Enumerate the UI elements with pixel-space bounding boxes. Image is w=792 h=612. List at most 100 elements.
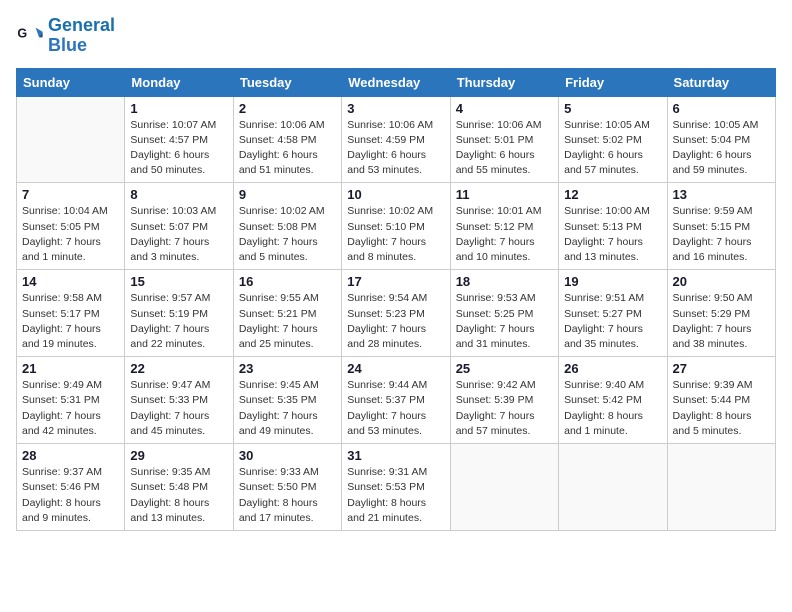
day-number: 21 [22, 361, 119, 376]
day-number: 17 [347, 274, 444, 289]
calendar-cell: 19Sunrise: 9:51 AM Sunset: 5:27 PM Dayli… [559, 270, 667, 357]
calendar-cell: 17 Sunrise: 9:54 AM Sunset: 5:23 PM Dayli… [342, 270, 450, 357]
day-number: 20 [673, 274, 770, 289]
day-header-friday: Friday [559, 68, 667, 96]
day-info: Sunrise: 10:04 AM Sunset: 5:05 PM Daylig… [22, 204, 119, 265]
calendar-cell: 3Sunrise: 10:06 AM Sunset: 4:59 PM Dayli… [342, 96, 450, 183]
calendar-cell: 14 Sunrise: 9:58 AM Sunset: 5:17 PM Dayli… [17, 270, 125, 357]
day-info: Sunrise: 10:02 AM Sunset: 5:10 PM Daylig… [347, 204, 444, 265]
calendar-cell: 10 Sunrise: 10:02 AM Sunset: 5:10 PM Dayl… [342, 183, 450, 270]
calendar-week-row: 28 Sunrise: 9:37 AM Sunset: 5:46 PM Dayli… [17, 444, 776, 531]
day-number: 24 [347, 361, 444, 376]
day-number: 29 [130, 448, 227, 463]
calendar-week-row: 14 Sunrise: 9:58 AM Sunset: 5:17 PM Dayli… [17, 270, 776, 357]
day-number: 10 [347, 187, 444, 202]
calendar-cell: 5 Sunrise: 10:05 AM Sunset: 5:02 PM Dayli… [559, 96, 667, 183]
day-number: 18 [456, 274, 553, 289]
day-info: Sunrise: 10:06 AM Sunset: 5:01 PM Daylig… [456, 118, 553, 179]
page-header: G General Blue [16, 16, 776, 56]
day-info: Sunrise: 9:47 AM Sunset: 5:33 PM Dayligh… [130, 378, 227, 439]
day-info: Sunrise: 9:35 AM Sunset: 5:48 PM Dayligh… [130, 465, 227, 526]
calendar-cell [17, 96, 125, 183]
day-number: 4 [456, 101, 553, 116]
day-number: 1 [130, 101, 227, 116]
calendar-cell: 22 Sunrise: 9:47 AM Sunset: 5:33 PM Dayli… [125, 357, 233, 444]
day-info: Sunrise: 10:06 AM Sunset: 4:59 PM Daylig… [347, 118, 444, 179]
day-number: 28 [22, 448, 119, 463]
day-number: 7 [22, 187, 119, 202]
day-info: Sunrise: 9:57 AM Sunset: 5:19 PM Dayligh… [130, 291, 227, 352]
day-number: 22 [130, 361, 227, 376]
day-info: Sunrise: 9:39 AM Sunset: 5:44 PM Dayligh… [673, 378, 770, 439]
day-number: 26 [564, 361, 661, 376]
calendar-cell: 21 Sunrise: 9:49 AM Sunset: 5:31 PM Dayli… [17, 357, 125, 444]
calendar-cell: 26 Sunrise: 9:40 AM Sunset: 5:42 PM Dayli… [559, 357, 667, 444]
day-number: 31 [347, 448, 444, 463]
day-header-sunday: Sunday [17, 68, 125, 96]
day-info: Sunrise: 10:05 AM Sunset: 5:04 PM Daylig… [673, 118, 770, 179]
logo-text-line1: General [48, 16, 115, 36]
calendar-cell: 27 Sunrise: 9:39 AM Sunset: 5:44 PM Dayli… [667, 357, 775, 444]
calendar-cell: 11 Sunrise: 10:01 AM Sunset: 5:12 PM Dayl… [450, 183, 558, 270]
day-info: Sunrise: 9:59 AM Sunset: 5:15 PM Dayligh… [673, 204, 770, 265]
day-info: Sunrise: 9:37 AM Sunset: 5:46 PM Dayligh… [22, 465, 119, 526]
calendar-cell: 13Sunrise: 9:59 AM Sunset: 5:15 PM Dayli… [667, 183, 775, 270]
day-number: 14 [22, 274, 119, 289]
calendar-cell: 12 Sunrise: 10:00 AM Sunset: 5:13 PM Dayl… [559, 183, 667, 270]
calendar-week-row: 7 Sunrise: 10:04 AM Sunset: 5:05 PM Dayli… [17, 183, 776, 270]
calendar-cell: 23 Sunrise: 9:45 AM Sunset: 5:35 PM Dayli… [233, 357, 341, 444]
day-info: Sunrise: 9:42 AM Sunset: 5:39 PM Dayligh… [456, 378, 553, 439]
day-number: 27 [673, 361, 770, 376]
calendar-cell: 31 Sunrise: 9:31 AM Sunset: 5:53 PM Dayli… [342, 444, 450, 531]
svg-text:G: G [17, 26, 27, 40]
day-number: 30 [239, 448, 336, 463]
calendar-cell: 9Sunrise: 10:02 AM Sunset: 5:08 PM Dayli… [233, 183, 341, 270]
logo-icon: G [16, 22, 44, 50]
calendar-cell: 8 Sunrise: 10:03 AM Sunset: 5:07 PM Dayli… [125, 183, 233, 270]
calendar-header-row: SundayMondayTuesdayWednesdayThursdayFrid… [17, 68, 776, 96]
calendar-cell: 2 Sunrise: 10:06 AM Sunset: 4:58 PM Dayli… [233, 96, 341, 183]
day-number: 12 [564, 187, 661, 202]
day-info: Sunrise: 9:31 AM Sunset: 5:53 PM Dayligh… [347, 465, 444, 526]
day-number: 2 [239, 101, 336, 116]
calendar-cell: 28 Sunrise: 9:37 AM Sunset: 5:46 PM Dayli… [17, 444, 125, 531]
calendar-cell [667, 444, 775, 531]
logo-text-line2: Blue [48, 36, 115, 56]
calendar-cell: 20 Sunrise: 9:50 AM Sunset: 5:29 PM Dayli… [667, 270, 775, 357]
day-number: 15 [130, 274, 227, 289]
day-info: Sunrise: 9:45 AM Sunset: 5:35 PM Dayligh… [239, 378, 336, 439]
day-header-wednesday: Wednesday [342, 68, 450, 96]
calendar-cell: 29 Sunrise: 9:35 AM Sunset: 5:48 PM Dayli… [125, 444, 233, 531]
day-info: Sunrise: 10:02 AM Sunset: 5:08 PM Daylig… [239, 204, 336, 265]
day-info: Sunrise: 10:03 AM Sunset: 5:07 PM Daylig… [130, 204, 227, 265]
day-number: 16 [239, 274, 336, 289]
day-number: 23 [239, 361, 336, 376]
day-info: Sunrise: 9:40 AM Sunset: 5:42 PM Dayligh… [564, 378, 661, 439]
calendar-cell: 4 Sunrise: 10:06 AM Sunset: 5:01 PM Dayli… [450, 96, 558, 183]
calendar-cell: 25 Sunrise: 9:42 AM Sunset: 5:39 PM Dayli… [450, 357, 558, 444]
day-info: Sunrise: 10:01 AM Sunset: 5:12 PM Daylig… [456, 204, 553, 265]
day-info: Sunrise: 10:05 AM Sunset: 5:02 PM Daylig… [564, 118, 661, 179]
calendar-cell: 7 Sunrise: 10:04 AM Sunset: 5:05 PM Dayli… [17, 183, 125, 270]
day-number: 5 [564, 101, 661, 116]
day-info: Sunrise: 9:50 AM Sunset: 5:29 PM Dayligh… [673, 291, 770, 352]
day-number: 11 [456, 187, 553, 202]
day-header-thursday: Thursday [450, 68, 558, 96]
day-number: 8 [130, 187, 227, 202]
calendar-cell: 24 Sunrise: 9:44 AM Sunset: 5:37 PM Dayli… [342, 357, 450, 444]
day-info: Sunrise: 9:44 AM Sunset: 5:37 PM Dayligh… [347, 378, 444, 439]
calendar-cell: 18Sunrise: 9:53 AM Sunset: 5:25 PM Dayli… [450, 270, 558, 357]
day-info: Sunrise: 9:55 AM Sunset: 5:21 PM Dayligh… [239, 291, 336, 352]
calendar-cell: 1Sunrise: 10:07 AM Sunset: 4:57 PM Dayli… [125, 96, 233, 183]
day-info: Sunrise: 9:33 AM Sunset: 5:50 PM Dayligh… [239, 465, 336, 526]
day-info: Sunrise: 10:06 AM Sunset: 4:58 PM Daylig… [239, 118, 336, 179]
day-number: 6 [673, 101, 770, 116]
day-info: Sunrise: 9:58 AM Sunset: 5:17 PM Dayligh… [22, 291, 119, 352]
calendar-cell: 30 Sunrise: 9:33 AM Sunset: 5:50 PM Dayli… [233, 444, 341, 531]
calendar-week-row: 21 Sunrise: 9:49 AM Sunset: 5:31 PM Dayli… [17, 357, 776, 444]
day-number: 19 [564, 274, 661, 289]
day-info: Sunrise: 10:00 AM Sunset: 5:13 PM Daylig… [564, 204, 661, 265]
day-info: Sunrise: 9:54 AM Sunset: 5:23 PM Dayligh… [347, 291, 444, 352]
day-number: 25 [456, 361, 553, 376]
day-info: Sunrise: 9:49 AM Sunset: 5:31 PM Dayligh… [22, 378, 119, 439]
